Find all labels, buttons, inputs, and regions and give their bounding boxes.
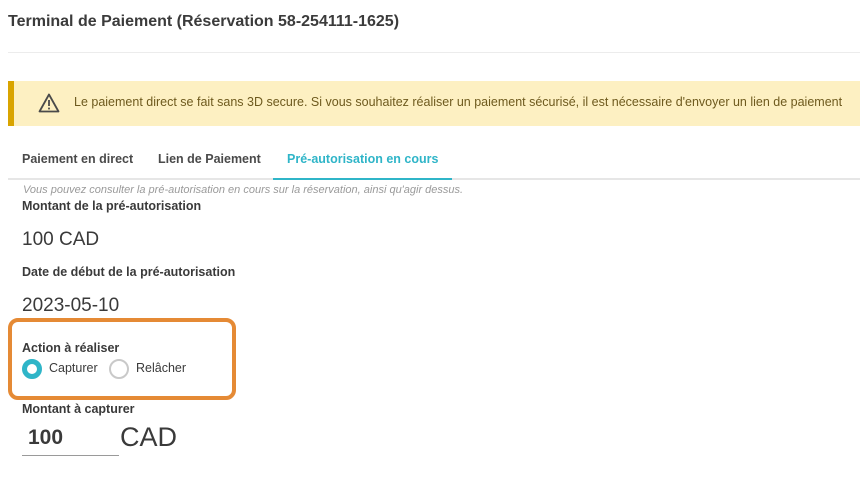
capture-amount-label: Montant à capturer	[22, 402, 135, 416]
radio-release-label[interactable]: Relâcher	[136, 361, 186, 375]
action-label: Action à réaliser	[22, 341, 120, 355]
capture-amount-input[interactable]	[22, 420, 119, 456]
page-title: Terminal de Paiement (Réservation 58-254…	[8, 13, 400, 30]
payment-terminal-page: Terminal de Paiement (Réservation 58-254…	[0, 0, 860, 481]
tab-direct-payment[interactable]: Paiement en direct	[8, 140, 147, 178]
payment-tabs: Paiement en direct Lien de Paiement Pré-…	[8, 140, 860, 180]
tab-preauthorization[interactable]: Pré-autorisation en cours	[273, 140, 453, 180]
radio-capture-indicator[interactable]	[22, 359, 42, 379]
preauth-date-label: Date de début de la pré-autorisation	[22, 265, 236, 279]
warning-icon	[38, 93, 60, 113]
preauth-date-value: 2023-05-10	[22, 295, 120, 316]
preauth-amount-value: 100 CAD	[22, 229, 100, 250]
radio-capture-label[interactable]: Capturer	[49, 361, 98, 375]
alert-message: Le paiement direct se fait sans 3D secur…	[74, 95, 843, 109]
title-divider	[8, 52, 860, 53]
tab-payment-link[interactable]: Lien de Paiement	[144, 140, 275, 178]
preauth-amount-label: Montant de la pré-autorisation	[22, 199, 202, 213]
preauth-hint: Vous pouvez consulter la pré-autorisatio…	[23, 184, 464, 196]
warning-alert: Le paiement direct se fait sans 3D secur…	[8, 81, 860, 126]
radio-release-indicator[interactable]	[109, 359, 129, 379]
capture-currency: CAD	[120, 422, 178, 452]
